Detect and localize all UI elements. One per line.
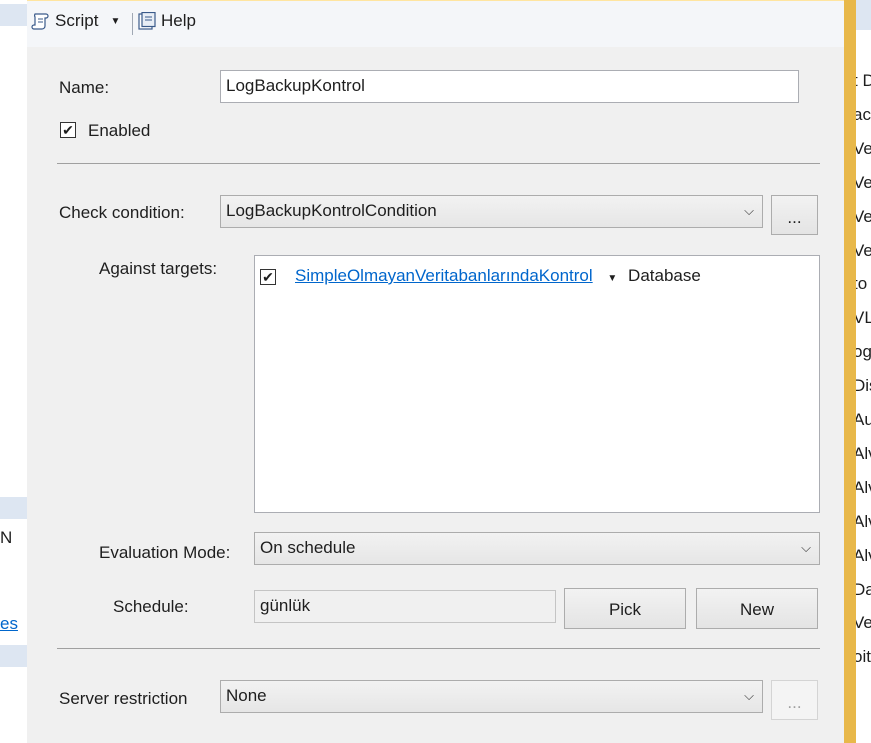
target-item: SimpleOlmayanVeritabanlarındaKontrol ▼ D…: [295, 266, 701, 286]
splitter[interactable]: [844, 0, 856, 743]
check-condition-label: Check condition:: [59, 203, 185, 222]
server-ellipsis-button[interactable]: ...: [771, 680, 818, 720]
help-icon: [138, 12, 156, 30]
right-pane-item[interactable]: ac: [856, 105, 871, 125]
right-pane-item[interactable]: Ve: [856, 613, 871, 633]
against-targets-label: Against targets:: [99, 259, 218, 278]
chevron-down-icon: ⌵: [801, 540, 811, 555]
left-pane: N es: [0, 0, 28, 743]
right-pane-item[interactable]: Ve: [856, 173, 871, 193]
script-icon: [31, 13, 49, 30]
right-pane-item[interactable]: og: [856, 342, 871, 362]
evaluation-mode-value: On schedule: [260, 538, 356, 557]
check-condition-value: LogBackupKontrolCondition: [226, 201, 437, 220]
dropdown-arrow-icon[interactable]: ▼: [607, 273, 617, 284]
right-pane-item[interactable]: oit: [856, 647, 871, 667]
right-pane-item[interactable]: Ve: [856, 207, 871, 227]
right-pane-item[interactable]: Alv: [856, 546, 871, 566]
server-restriction-select[interactable]: None ⌵: [220, 680, 763, 713]
right-pane-item[interactable]: to: [856, 274, 867, 294]
chevron-down-icon: ⌵: [744, 688, 754, 703]
server-restriction-label: Server restriction: [59, 689, 188, 708]
right-pane: t D ac Ve Ve Ve Ve to VL og Dis Au Alv Alv Alv Alv Da Ve…: [856, 0, 871, 743]
right-pane-header: [856, 0, 871, 30]
right-pane-item[interactable]: Au: [856, 410, 871, 430]
script-button[interactable]: Script ▼: [31, 11, 120, 31]
enabled-label: Enabled: [88, 121, 151, 140]
server-restriction-value: None: [226, 686, 267, 705]
evaluation-mode-label: Evaluation Mode:: [99, 543, 231, 562]
schedule-label: Schedule:: [113, 597, 189, 616]
script-label: Script: [55, 11, 99, 30]
condition-ellipsis-button[interactable]: ...: [771, 195, 818, 235]
left-pane-link[interactable]: es: [0, 614, 18, 634]
new-button[interactable]: New: [696, 588, 818, 629]
left-pane-band-2: [0, 645, 27, 667]
target-link[interactable]: SimpleOlmayanVeritabanlarındaKontrol: [295, 266, 593, 285]
right-pane-item[interactable]: Ve: [856, 139, 871, 159]
pick-button[interactable]: Pick: [564, 588, 686, 629]
right-pane-item[interactable]: Dis: [856, 376, 871, 396]
schedule-field[interactable]: günlük: [254, 590, 556, 623]
target-type: Database: [628, 266, 701, 285]
target-checkbox[interactable]: ✔: [260, 269, 276, 285]
policy-dialog: Script ▼ Help Name: LogBackupKontrol ✔ E…: [27, 0, 844, 743]
name-label: Name:: [59, 78, 110, 97]
toolbar-separator: [132, 13, 133, 35]
evaluation-mode-select[interactable]: On schedule ⌵: [254, 532, 820, 565]
divider: [57, 163, 820, 164]
divider: [57, 648, 820, 649]
left-pane-header: [0, 4, 27, 26]
targets-list: ✔ SimpleOlmayanVeritabanlarındaKontrol ▼…: [254, 255, 820, 513]
right-pane-item[interactable]: Alv: [856, 444, 871, 464]
toolbar: Script ▼ Help: [27, 0, 844, 47]
right-pane-item[interactable]: Alv: [856, 478, 871, 498]
right-pane-item[interactable]: t D: [856, 71, 871, 91]
check-condition-select[interactable]: LogBackupKontrolCondition ⌵: [220, 195, 763, 228]
right-pane-item[interactable]: Ve: [856, 241, 871, 261]
chevron-down-icon[interactable]: ▼: [110, 16, 120, 27]
left-pane-text: N: [0, 528, 13, 547]
enabled-checkbox[interactable]: ✔: [60, 122, 76, 138]
help-label: Help: [161, 11, 196, 30]
right-pane-item[interactable]: VL: [856, 308, 871, 328]
right-pane-item[interactable]: Alv: [856, 512, 871, 532]
name-field[interactable]: LogBackupKontrol: [220, 70, 799, 103]
right-pane-item[interactable]: Da: [856, 580, 871, 600]
left-pane-band: [0, 497, 27, 519]
chevron-down-icon: ⌵: [744, 203, 754, 218]
help-button[interactable]: Help: [137, 11, 196, 31]
